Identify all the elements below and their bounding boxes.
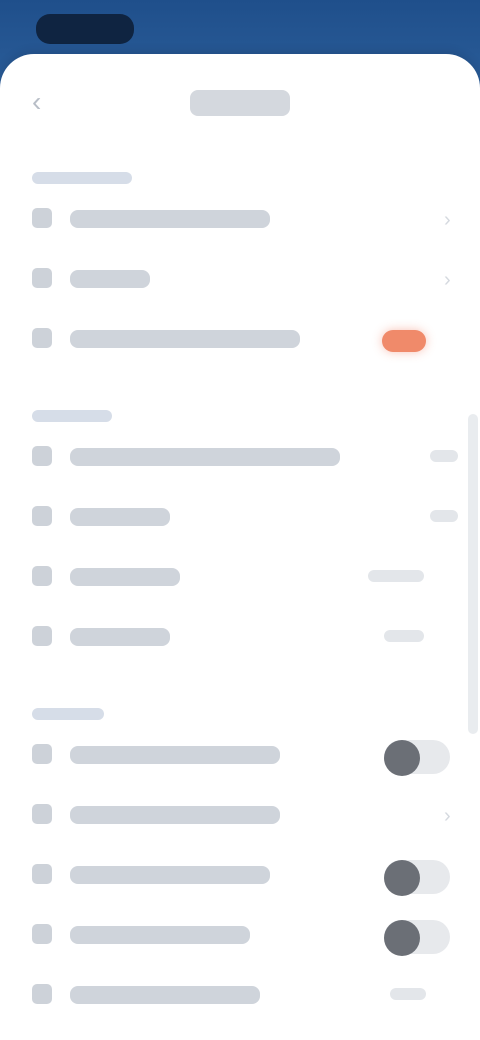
chevron-right-icon: ›	[444, 269, 451, 291]
settings-row[interactable]	[0, 548, 480, 608]
setting-icon	[32, 506, 52, 526]
row-label	[70, 270, 150, 288]
settings-row[interactable]	[0, 966, 480, 1026]
status-badge	[382, 330, 426, 352]
toggle-knob	[384, 740, 420, 776]
setting-icon	[32, 744, 52, 764]
settings-row[interactable]: ›	[0, 786, 480, 846]
row-label	[70, 568, 180, 586]
row-label	[70, 448, 340, 466]
section-header-1	[32, 172, 132, 184]
row-label	[70, 508, 170, 526]
sheet-header: ‹	[0, 54, 480, 154]
toggle-knob	[384, 920, 420, 956]
settings-row[interactable]	[0, 846, 480, 906]
row-value	[430, 510, 458, 522]
section-header-2	[32, 410, 112, 422]
row-label	[70, 210, 270, 228]
settings-screen: ‹ › › ›	[0, 0, 480, 1040]
toggle-knob	[384, 860, 420, 896]
row-label	[70, 330, 300, 348]
scrollbar[interactable]	[468, 414, 478, 734]
setting-icon	[32, 626, 52, 646]
setting-icon	[32, 984, 52, 1004]
row-label	[70, 986, 260, 1004]
toggle-switch[interactable]	[384, 740, 450, 776]
row-label	[70, 806, 280, 824]
setting-icon	[32, 268, 52, 288]
back-icon[interactable]: ‹	[32, 88, 60, 116]
setting-icon	[32, 328, 52, 348]
setting-icon	[32, 566, 52, 586]
settings-row[interactable]	[0, 906, 480, 966]
row-label	[70, 926, 250, 944]
setting-icon	[32, 924, 52, 944]
chevron-right-icon: ›	[444, 209, 451, 231]
status-bar	[0, 0, 480, 58]
section-header-3	[32, 708, 104, 720]
row-label	[70, 866, 270, 884]
page-title	[190, 90, 290, 116]
settings-row[interactable]	[0, 608, 480, 668]
chevron-right-icon: ›	[444, 805, 451, 827]
settings-row[interactable]: ›	[0, 250, 480, 310]
settings-row[interactable]	[0, 310, 480, 370]
setting-icon	[32, 208, 52, 228]
settings-row[interactable]	[0, 488, 480, 548]
row-value	[384, 630, 424, 642]
row-value	[390, 988, 426, 1000]
setting-icon	[32, 804, 52, 824]
status-time	[36, 14, 134, 44]
row-label	[70, 628, 170, 646]
row-label	[70, 746, 280, 764]
settings-row[interactable]: ›	[0, 190, 480, 250]
setting-icon	[32, 446, 52, 466]
toggle-switch[interactable]	[384, 920, 450, 956]
row-value	[430, 450, 458, 462]
settings-row[interactable]	[0, 726, 480, 786]
settings-sheet: ‹ › › ›	[0, 54, 480, 1040]
toggle-switch[interactable]	[384, 860, 450, 896]
row-value	[368, 570, 424, 582]
setting-icon	[32, 864, 52, 884]
settings-row[interactable]	[0, 428, 480, 488]
